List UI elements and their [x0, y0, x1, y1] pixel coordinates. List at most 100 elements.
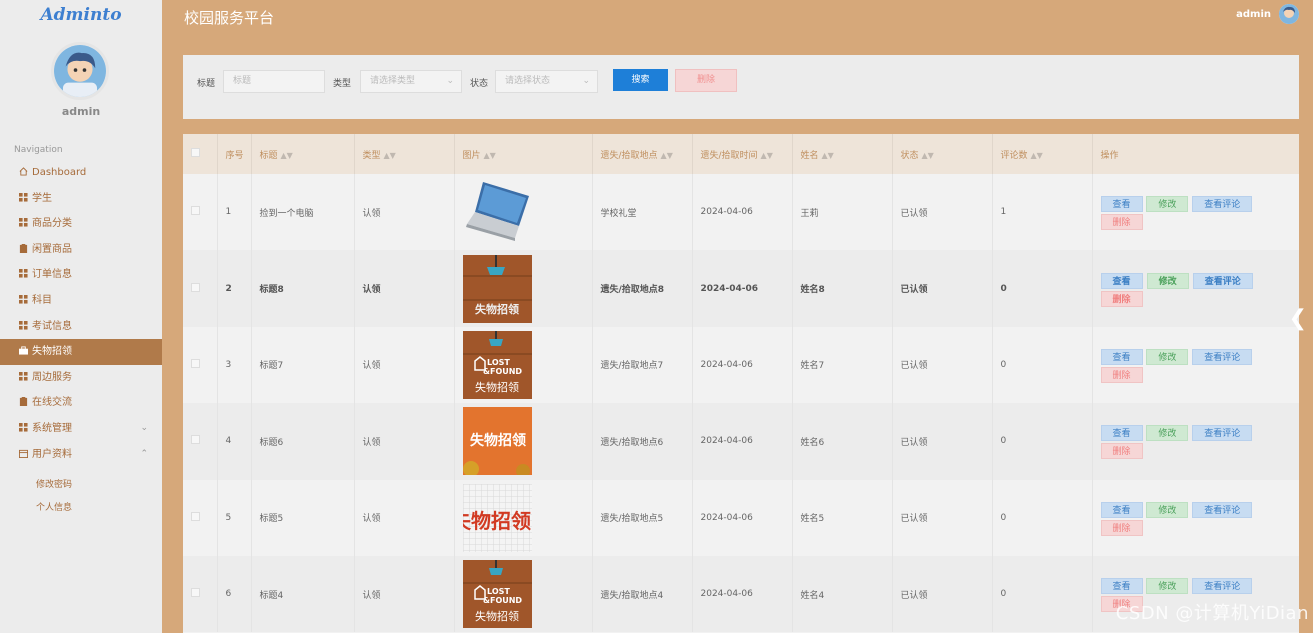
sort-icon[interactable]: ▲︎▼︎ — [384, 151, 396, 160]
col-header-status[interactable]: 状态 ▲︎▼︎ — [892, 134, 993, 174]
cell-comments: 0 — [992, 326, 1093, 404]
sort-icon[interactable]: ▲︎▼︎ — [822, 151, 834, 160]
row-select-cell[interactable] — [183, 174, 218, 251]
col-header-type[interactable]: 类型 ▲︎▼︎ — [354, 134, 455, 174]
view-button[interactable]: 查看 — [1100, 196, 1143, 213]
cell-time: 2024-04-06 — [692, 479, 793, 556]
cell-time: 2024-04-06 — [692, 555, 793, 633]
edit-button[interactable]: 修改 — [1146, 272, 1189, 289]
row-checkbox[interactable] — [191, 435, 200, 445]
cell-image[interactable]: 失物招领 — [454, 250, 593, 327]
sidebar-item-dashboard[interactable]: Dashboard — [0, 160, 162, 186]
sidebar-item-profile[interactable]: 用户资料 ⌃ — [0, 442, 162, 468]
delete-button[interactable]: 删除 — [1100, 443, 1143, 460]
sort-icon[interactable]: ▲︎▼︎ — [1031, 151, 1043, 160]
status-select[interactable]: 请选择状态 ⌄ — [495, 70, 598, 93]
cell-image[interactable]: 失物招领 — [454, 403, 593, 480]
view-button[interactable]: 查看 — [1100, 501, 1143, 518]
thumbnail-text: &FOUND — [483, 596, 522, 605]
col-header-place[interactable]: 遗失/拾取地点 ▲︎▼︎ — [592, 134, 693, 174]
thumbnail-image: LOST&FOUND 失物招领 — [462, 330, 532, 399]
view-comments-button[interactable]: 查看评论 — [1192, 578, 1253, 595]
sidebar-item-exams[interactable]: 考试信息 — [0, 314, 162, 340]
thumbnail-image: 失物招领 — [462, 483, 532, 552]
view-comments-button[interactable]: 查看评论 — [1192, 425, 1253, 442]
row-select-cell[interactable] — [183, 326, 218, 404]
cell-image[interactable]: LOST &FOUND 失物招领 — [454, 326, 593, 404]
sidebar-subitem-personal-info[interactable]: 个人信息 — [0, 495, 162, 522]
delete-button[interactable]: 删除 — [1100, 290, 1143, 307]
thumbnail-text: 失物招领 — [463, 509, 531, 533]
cell-image[interactable] — [454, 174, 593, 251]
select-all-cell[interactable] — [183, 134, 218, 174]
sidebar-item-idle-goods[interactable]: 闲置商品 — [0, 237, 162, 263]
delete-button[interactable]: 删除 — [1100, 519, 1143, 536]
cell-title: 标题4 — [251, 555, 355, 633]
view-button[interactable]: 查看 — [1100, 272, 1143, 289]
edit-button[interactable]: 修改 — [1146, 578, 1189, 595]
col-header-image[interactable]: 图片 ▲︎▼︎ — [454, 134, 593, 174]
col-header-label: 评论数 — [1000, 150, 1028, 161]
cell-time: 2024-04-06 — [692, 250, 793, 327]
row-checkbox[interactable] — [191, 282, 200, 292]
search-button[interactable]: 搜索 — [613, 69, 668, 91]
cell-image[interactable]: LOST &FOUND 失物招领 — [454, 555, 593, 633]
view-button[interactable]: 查看 — [1100, 348, 1143, 365]
sidebar-subitem-change-password[interactable]: 修改密码 — [0, 467, 162, 495]
view-comments-button[interactable]: 查看评论 — [1192, 348, 1253, 365]
sidebar-username: admin — [61, 105, 101, 118]
row-checkbox[interactable] — [191, 511, 200, 521]
row-select-cell[interactable] — [183, 479, 218, 556]
thumbnail-text: LOST — [487, 358, 510, 367]
page-title: 校园服务平台 — [184, 9, 275, 27]
cell-type: 认领 — [354, 174, 455, 251]
sort-icon[interactable]: ▲︎▼︎ — [281, 151, 293, 160]
sidebar-item-students[interactable]: 学生 — [0, 186, 162, 212]
edit-button[interactable]: 修改 — [1146, 348, 1189, 365]
title-search-input[interactable]: 标题 — [223, 70, 325, 93]
cell-image[interactable]: 失物招领 — [454, 479, 593, 556]
sort-icon[interactable]: ▲︎▼︎ — [484, 151, 496, 160]
col-header-comments[interactable]: 评论数 ▲︎▼︎ — [992, 134, 1093, 174]
sidebar-item-orders[interactable]: 订单信息 — [0, 262, 162, 288]
row-select-cell[interactable] — [183, 250, 218, 327]
sidebar-item-subjects[interactable]: 科目 — [0, 288, 162, 314]
edit-button[interactable]: 修改 — [1146, 196, 1189, 213]
row-select-cell[interactable] — [183, 555, 218, 633]
view-comments-button[interactable]: 查看评论 — [1192, 501, 1253, 518]
row-checkbox[interactable] — [191, 206, 200, 216]
edit-button[interactable]: 修改 — [1146, 425, 1189, 442]
sort-icon[interactable]: ▲︎▼︎ — [661, 151, 673, 160]
batch-delete-button[interactable]: 删除 — [675, 69, 737, 92]
header-username[interactable]: admin — [1236, 9, 1271, 20]
cell-place: 遗失/拾取地点7 — [592, 326, 693, 404]
sort-icon[interactable]: ▲︎▼︎ — [761, 151, 773, 160]
edit-button[interactable]: 修改 — [1146, 501, 1189, 518]
row-checkbox[interactable] — [191, 358, 200, 368]
view-button[interactable]: 查看 — [1100, 578, 1143, 595]
col-header-time[interactable]: 遗失/拾取时间 ▲︎▼︎ — [692, 134, 793, 174]
avatar[interactable] — [51, 42, 109, 100]
row-select-cell[interactable] — [183, 403, 218, 480]
delete-button[interactable]: 删除 — [1100, 366, 1143, 383]
sidebar-item-lost-found[interactable]: 失物招领 — [0, 339, 162, 365]
view-comments-button[interactable]: 查看评论 — [1192, 196, 1253, 213]
select-all-checkbox[interactable] — [191, 148, 200, 157]
header-avatar[interactable] — [1279, 4, 1299, 24]
chevron-left-icon[interactable]: ❮ — [1289, 306, 1307, 331]
delete-button[interactable]: 删除 — [1100, 214, 1143, 231]
type-select[interactable]: 请选择类型 ⌄ — [360, 70, 462, 93]
col-header-name[interactable]: 姓名 ▲︎▼︎ — [792, 134, 893, 174]
view-comments-button[interactable]: 查看评论 — [1192, 272, 1253, 289]
sidebar-item-chat[interactable]: 在线交流 — [0, 390, 162, 416]
sidebar-item-nearby[interactable]: 周边服务 — [0, 365, 162, 391]
app-logo[interactable]: Adminto — [0, 5, 162, 25]
thumbnail-image: LOST&FOUND 失物招领 — [462, 560, 532, 629]
view-button[interactable]: 查看 — [1100, 425, 1143, 442]
row-checkbox[interactable] — [191, 588, 200, 598]
sort-icon[interactable]: ▲︎▼︎ — [922, 151, 934, 160]
sidebar-item-categories[interactable]: 商品分类 — [0, 211, 162, 237]
cell-title: 标题8 — [251, 250, 355, 327]
col-header-title[interactable]: 标题 ▲︎▼︎ — [251, 134, 355, 174]
sidebar-item-system[interactable]: 系统管理 ⌄ — [0, 416, 162, 442]
